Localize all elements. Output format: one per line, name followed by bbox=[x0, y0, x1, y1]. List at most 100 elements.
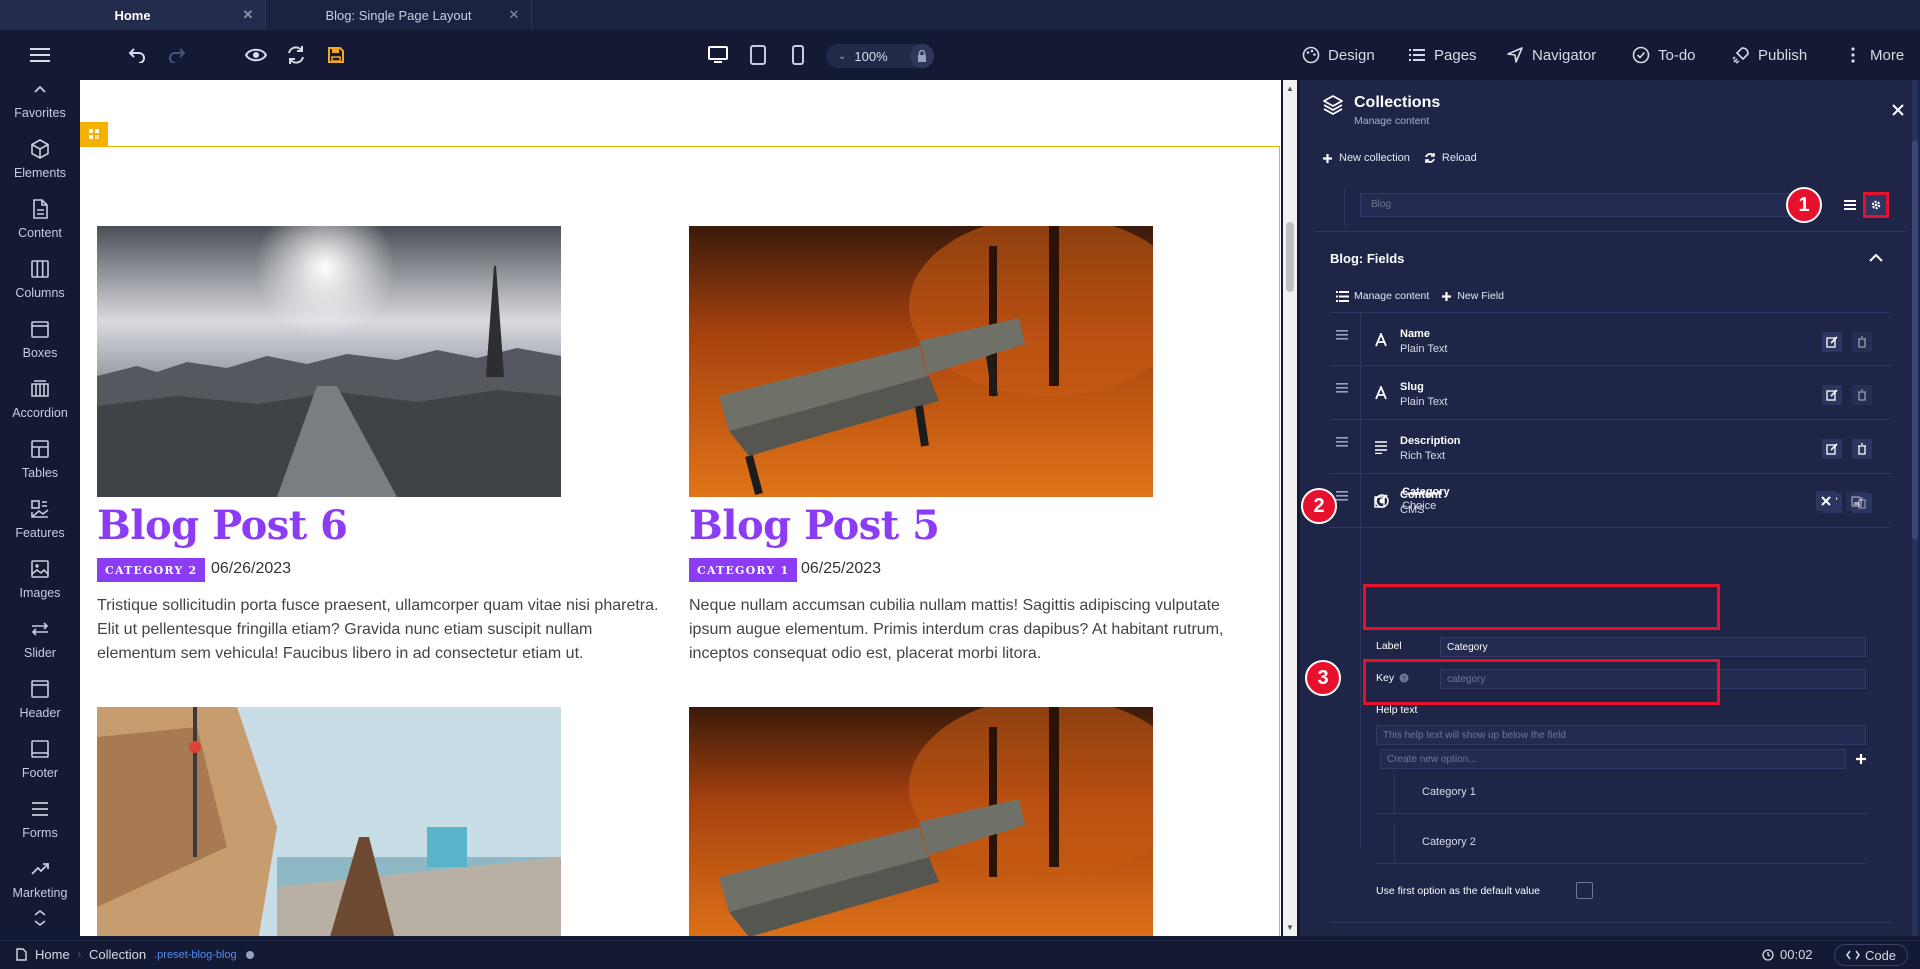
hamburger-menu-icon[interactable] bbox=[28, 43, 52, 67]
canvas-scrollbar[interactable]: ▲ ▼ bbox=[1283, 80, 1297, 936]
label-input[interactable]: Category bbox=[1440, 637, 1866, 657]
delete-field-icon[interactable] bbox=[1852, 439, 1872, 459]
sidebar-item-tables[interactable]: Tables bbox=[0, 428, 80, 488]
label-caption: Label bbox=[1376, 640, 1402, 652]
help-text-input[interactable]: This help text will show up below the fi… bbox=[1376, 725, 1866, 745]
panel-subtitle: Manage content bbox=[1354, 115, 1430, 127]
close-icon[interactable]: ✕ bbox=[241, 8, 255, 22]
drag-handle-icon[interactable] bbox=[1336, 383, 1348, 393]
field-type: Plain Text bbox=[1400, 343, 1448, 355]
navigator-menu[interactable]: Navigator bbox=[1506, 30, 1596, 80]
more-menu[interactable]: More bbox=[1844, 30, 1904, 80]
sidebar-item-elements[interactable]: Elements bbox=[0, 128, 80, 188]
drag-handle-icon[interactable] bbox=[1336, 437, 1348, 447]
new-option-input[interactable]: Create new option... bbox=[1380, 749, 1846, 769]
code-button[interactable]: Code bbox=[1834, 944, 1908, 966]
document-icon bbox=[33, 199, 48, 219]
scrollbar-thumb[interactable] bbox=[1286, 222, 1294, 292]
collection-list-icon[interactable] bbox=[1840, 195, 1860, 215]
panel-scrollbar-thumb[interactable] bbox=[1912, 140, 1918, 540]
category-badge[interactable]: CATEGORY 1 bbox=[689, 558, 798, 582]
sidebar-item-slider[interactable]: Slider bbox=[0, 608, 80, 668]
field-row-slug[interactable]: Slug Plain Text bbox=[1330, 366, 1890, 420]
sidebar-item-favorites[interactable]: Favorites bbox=[0, 80, 80, 128]
post-image-coast-railway[interactable] bbox=[97, 707, 561, 936]
reload-button[interactable]: Reload bbox=[1424, 152, 1477, 164]
redo-icon[interactable] bbox=[165, 43, 189, 67]
editor-canvas[interactable]: Blog Post 6 CATEGORY 2 06/26/2023 Tristi… bbox=[80, 80, 1281, 936]
desktop-view-icon[interactable] bbox=[706, 43, 730, 67]
edit-field-icon[interactable] bbox=[1822, 332, 1842, 352]
lock-icon[interactable] bbox=[910, 44, 934, 68]
tab-home[interactable]: Home ✕ bbox=[0, 0, 266, 30]
sidebar-item-features[interactable]: Features bbox=[0, 488, 80, 548]
mobile-view-icon[interactable] bbox=[786, 43, 810, 67]
add-option-plus-icon[interactable] bbox=[1855, 753, 1867, 765]
sidebar-item-boxes[interactable]: Boxes bbox=[0, 308, 80, 368]
sidebar-item-forms[interactable]: Forms bbox=[0, 788, 80, 848]
option-item[interactable]: Category 1 bbox=[1376, 774, 1866, 814]
sidebar-item-columns[interactable]: Columns bbox=[0, 248, 80, 308]
collection-select[interactable]: Blog bbox=[1360, 193, 1810, 217]
pages-label: Pages bbox=[1434, 46, 1477, 64]
section-handle-icon[interactable] bbox=[80, 122, 108, 146]
scroll-more-icon[interactable] bbox=[30, 908, 50, 928]
category-badge[interactable]: CATEGORY 2 bbox=[97, 558, 206, 582]
list-icon bbox=[1409, 49, 1425, 61]
post-title[interactable]: Blog Post 5 bbox=[689, 502, 940, 549]
breadcrumb-home[interactable]: Home bbox=[35, 947, 70, 962]
collapse-chevron-up-icon[interactable] bbox=[1868, 252, 1884, 264]
tablet-view-icon[interactable] bbox=[746, 43, 770, 67]
preview-eye-icon[interactable] bbox=[244, 43, 268, 67]
post-image-autumn-bench-2[interactable] bbox=[689, 707, 1153, 936]
post-image-autumn-bench[interactable] bbox=[689, 226, 1153, 497]
todo-menu[interactable]: To-do bbox=[1632, 30, 1696, 80]
field-name: Description bbox=[1400, 435, 1461, 447]
pages-menu[interactable]: Pages bbox=[1408, 30, 1477, 80]
breadcrumb-collection[interactable]: Collection bbox=[89, 947, 146, 962]
drag-handle-icon[interactable] bbox=[1336, 330, 1348, 340]
field-row-name[interactable]: Name Plain Text bbox=[1330, 312, 1890, 367]
close-panel-icon[interactable] bbox=[1890, 102, 1906, 118]
new-collection-button[interactable]: New collection bbox=[1322, 152, 1410, 164]
scroll-down-arrow-icon[interactable]: ▼ bbox=[1286, 923, 1294, 932]
publish-menu[interactable]: Publish bbox=[1732, 30, 1807, 80]
design-menu[interactable]: Design bbox=[1302, 30, 1375, 80]
cancel-edit-x-icon[interactable] bbox=[1816, 491, 1836, 511]
field-row-description[interactable]: Description Rich Text bbox=[1330, 420, 1890, 474]
breadcrumb-slug[interactable]: .preset-blog-blog bbox=[154, 949, 237, 961]
save-field-icon[interactable] bbox=[1846, 491, 1866, 511]
sidebar-item-marketing[interactable]: Marketing bbox=[0, 848, 80, 908]
sidebar-item-accordion[interactable]: Accordion bbox=[0, 368, 80, 428]
drag-handle-icon[interactable] bbox=[1336, 491, 1348, 501]
session-timer: 00:02 bbox=[1762, 947, 1813, 962]
collections-panel: Collections Manage content New collectio… bbox=[1300, 80, 1920, 936]
field-name: Slug bbox=[1400, 381, 1424, 393]
edit-field-icon[interactable] bbox=[1822, 385, 1842, 405]
manage-content-button[interactable]: Manage content bbox=[1336, 290, 1429, 302]
tab-blog-single-page-layout[interactable]: Blog: Single Page Layout ✕ bbox=[266, 0, 532, 30]
sidebar-item-images[interactable]: Images bbox=[0, 548, 80, 608]
post-title[interactable]: Blog Post 6 bbox=[97, 502, 348, 549]
refresh-icon[interactable] bbox=[284, 43, 308, 67]
undo-icon[interactable] bbox=[125, 43, 149, 67]
breadcrumb-separator-icon: › bbox=[77, 949, 82, 960]
option-item[interactable]: Category 2 bbox=[1376, 824, 1866, 864]
edit-field-icon[interactable] bbox=[1822, 439, 1842, 459]
close-icon[interactable]: ✕ bbox=[507, 8, 521, 22]
save-icon[interactable] bbox=[324, 43, 348, 67]
delete-field-icon[interactable] bbox=[1852, 332, 1872, 352]
new-field-button[interactable]: New Field bbox=[1441, 290, 1504, 302]
field-name: Name bbox=[1400, 328, 1430, 340]
sidebar-item-header[interactable]: Header bbox=[0, 668, 80, 728]
chevron-down-icon[interactable]: ⌄ bbox=[838, 51, 846, 62]
post-image-paris[interactable] bbox=[97, 226, 561, 497]
link-icon bbox=[245, 950, 254, 959]
sidebar-item-footer[interactable]: Footer bbox=[0, 728, 80, 788]
sidebar-item-content[interactable]: Content bbox=[0, 188, 80, 248]
delete-field-icon[interactable] bbox=[1852, 385, 1872, 405]
panel-scrollbar[interactable] bbox=[1912, 80, 1918, 936]
default-option-checkbox[interactable] bbox=[1576, 882, 1593, 899]
zoom-control[interactable]: ⌄ 100% bbox=[826, 44, 934, 68]
scroll-up-arrow-icon[interactable]: ▲ bbox=[1286, 84, 1294, 93]
